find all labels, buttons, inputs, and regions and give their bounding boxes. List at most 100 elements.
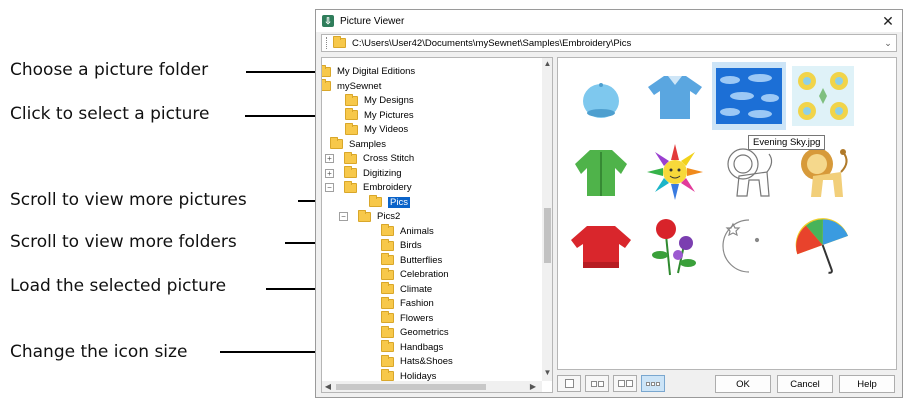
tree-item-label: Animals — [400, 225, 434, 237]
tree-item-label: Digitizing — [363, 167, 402, 179]
tree-item-label: My Digital Editions — [337, 66, 416, 77]
folder-icon — [345, 108, 358, 120]
evening-sky-picture[interactable] — [712, 62, 786, 130]
tree-item-label: Climate — [400, 283, 433, 295]
icon-size-large-button[interactable] — [641, 375, 665, 392]
collapse-icon[interactable]: − — [339, 212, 348, 221]
tree-item-label: Birds — [400, 240, 422, 251]
expand-icon[interactable]: + — [325, 154, 334, 163]
icon-size-buttons — [557, 375, 665, 392]
tree-item-label: Pics2 — [377, 211, 401, 222]
sweater-picture[interactable] — [564, 212, 638, 280]
horizontal-scroll-thumb[interactable] — [336, 384, 486, 390]
folder-icon — [333, 36, 346, 48]
tree-item[interactable]: My Pictures — [345, 108, 414, 123]
scroll-down-icon[interactable]: ▼ — [542, 368, 552, 377]
ok-button[interactable]: OK — [715, 375, 771, 393]
tree-item[interactable]: Birds — [381, 238, 422, 253]
tree-item-label: Samples — [349, 138, 386, 150]
scroll-left-icon[interactable]: ◀ — [323, 382, 333, 391]
folder-icon — [381, 253, 394, 265]
close-icon[interactable]: ✕ — [874, 13, 902, 30]
picture-grid[interactable]: Evening Sky.jpg — [557, 57, 897, 370]
tree-item[interactable]: Fashion — [381, 296, 434, 311]
tree-item[interactable]: Celebration — [381, 267, 449, 282]
title-bar: ⇩ Picture Viewer ✕ — [316, 10, 902, 32]
tree-item-label: Holidays — [400, 370, 437, 382]
callout-click-select: Click to select a picture — [10, 104, 210, 124]
folder-icon — [344, 151, 357, 164]
umbrella-picture[interactable] — [786, 212, 860, 280]
folder-icon — [381, 296, 394, 309]
tree-item-label: Geometrics — [400, 327, 449, 338]
tree-item[interactable]: Animals — [381, 224, 434, 239]
shirt-picture[interactable] — [638, 62, 712, 130]
folder-tree-vertical-scrollbar[interactable]: ▲ ▼ — [542, 58, 552, 381]
folder-icon — [381, 354, 394, 367]
picture-tooltip: Evening Sky.jpg — [748, 135, 826, 150]
folder-icon — [381, 224, 394, 236]
callout-choose-folder: Choose a picture folder — [10, 60, 209, 80]
callout-scroll-pictures: Scroll to view more pictures — [10, 190, 247, 210]
folder-scroll-thumb[interactable] — [544, 208, 551, 263]
tree-item[interactable]: − Embroidery — [325, 180, 412, 195]
folder-path-value: C:\Users\User42\Documents\mySewnet\Sampl… — [352, 37, 632, 49]
icon-size-medium-button[interactable] — [613, 375, 637, 392]
tree-item-label: My Pictures — [364, 109, 414, 121]
window-title: Picture Viewer — [340, 15, 405, 27]
collapse-icon[interactable]: − — [325, 183, 334, 192]
cap-picture[interactable] — [564, 62, 638, 130]
sunflower-pattern-picture[interactable] — [786, 62, 860, 130]
tree-item-label: My Designs — [364, 95, 414, 106]
picture-viewer-icon: ⇩ — [322, 15, 334, 27]
tree-item[interactable]: My Designs — [345, 93, 414, 108]
tree-item[interactable]: Geometrics — [381, 325, 449, 340]
tree-item[interactable]: Pics — [369, 195, 410, 210]
scroll-up-icon[interactable]: ▲ — [542, 59, 552, 68]
cancel-button[interactable]: Cancel — [777, 375, 833, 393]
expand-icon[interactable]: + — [325, 168, 334, 178]
folder-icon — [381, 340, 394, 352]
tree-item[interactable]: + Digitizing — [325, 166, 402, 181]
picture-viewer-window: ⇩ Picture Viewer ✕ C:\Users\User42\Docum… — [315, 9, 903, 398]
tree-item-label: Pics — [388, 196, 410, 208]
tree-item[interactable]: − Pics2 — [339, 209, 400, 224]
tree-item[interactable]: Handbags — [381, 340, 443, 355]
tree-item[interactable]: −mySewnet — [322, 79, 382, 94]
sun-picture[interactable] — [638, 138, 712, 206]
tree-item[interactable]: + Cross Stitch — [325, 151, 414, 166]
tree-item[interactable]: Butterflies — [381, 253, 442, 268]
folder-icon — [381, 238, 394, 251]
tree-item[interactable]: Climate — [381, 282, 432, 297]
icon-size-single-button[interactable] — [557, 375, 581, 392]
tree-item-label: Cross Stitch — [363, 153, 415, 164]
tree-item[interactable]: My Videos — [345, 122, 408, 137]
folder-icon — [344, 166, 357, 178]
folder-icon — [381, 311, 394, 323]
folder-icon — [358, 209, 371, 222]
help-button[interactable]: Help — [839, 375, 895, 393]
tree-item[interactable]: Hats&Shoes — [381, 354, 453, 369]
tree-item-label: My Videos — [364, 124, 409, 135]
tree-item[interactable]: +My Digital Editions — [322, 64, 416, 79]
folder-icon — [369, 195, 382, 207]
callout-scroll-folders: Scroll to view more folders — [10, 232, 237, 252]
jacket-picture[interactable] — [564, 138, 638, 206]
folder-path-combobox[interactable]: C:\Users\User42\Documents\mySewnet\Sampl… — [321, 34, 897, 52]
folder-icon — [344, 180, 357, 193]
tree-item[interactable]: −Samples — [322, 137, 386, 152]
folder-tree-horizontal-scrollbar[interactable]: ◀ ▶ — [322, 381, 542, 392]
tree-item-label: Hats&Shoes — [400, 356, 453, 367]
folder-icon — [345, 93, 358, 106]
folder-icon — [381, 369, 394, 381]
chevron-down-icon[interactable]: ⌄ — [880, 38, 896, 49]
folder-icon — [322, 64, 331, 77]
scroll-right-icon[interactable]: ▶ — [528, 382, 538, 391]
tree-item[interactable]: Flowers — [381, 311, 433, 326]
roses-picture[interactable] — [638, 212, 712, 280]
icon-size-small-button[interactable] — [585, 375, 609, 392]
moon-picture[interactable] — [712, 212, 786, 280]
tree-item-label: Fashion — [400, 298, 434, 309]
folder-tree[interactable]: +My Digital Editions−mySewnetMy DesignsM… — [321, 57, 553, 393]
tree-item-label: mySewnet — [337, 80, 382, 92]
